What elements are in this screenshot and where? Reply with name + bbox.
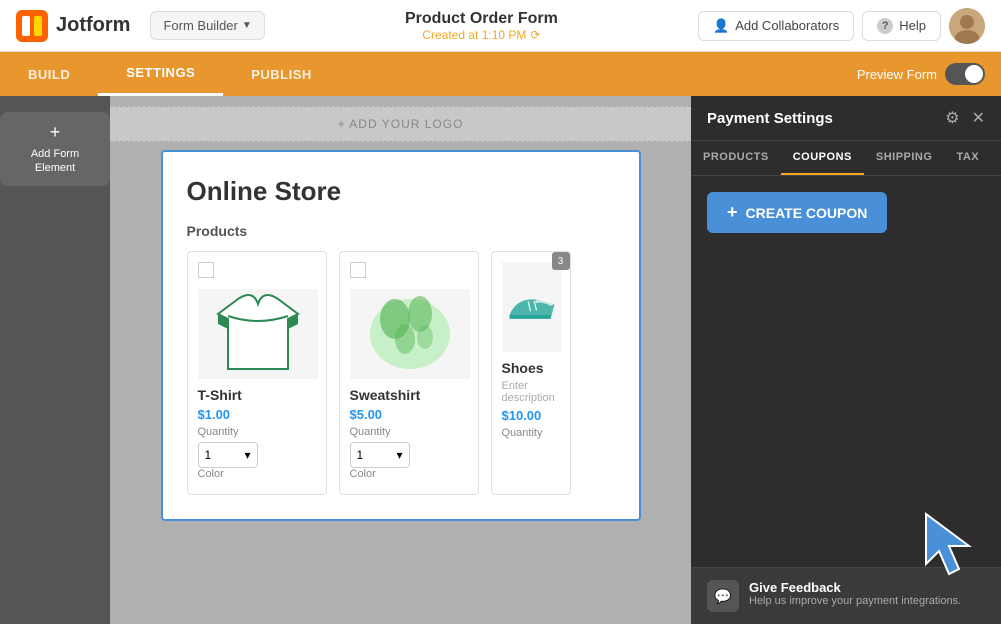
tshirt-qty-label: Quantity <box>198 426 316 438</box>
tab-coupons[interactable]: COUPONS <box>781 141 864 175</box>
feedback-text: Give Feedback Help us improve your payme… <box>749 580 961 607</box>
add-logo-text: + ADD YOUR LOGO <box>338 117 464 131</box>
product-card-sweatshirt: Sweatshirt $5.00 Quantity 1 ▾ Color <box>339 251 479 495</box>
tshirt-price: $1.00 <box>198 407 316 422</box>
preview-form-label: Preview Form <box>857 67 937 82</box>
panel-tabs: PRODUCTS COUPONS SHIPPING TAX INVOICE <box>691 141 1001 176</box>
main-area: + Add Form Element + ADD YOUR LOGO Onlin… <box>0 96 1001 624</box>
select-chevron-icon2: ▾ <box>396 448 402 462</box>
tshirt-qty-select[interactable]: 1 ▾ <box>198 442 258 468</box>
products-section: Products <box>187 223 615 495</box>
form-white-area: Online Store Products <box>161 150 641 521</box>
product-card-tshirt: T-Shirt $1.00 Quantity 1 ▾ Color <box>187 251 327 495</box>
chat-bubble-icon: 💬 <box>707 580 739 612</box>
jotform-logo-icon <box>16 10 48 42</box>
sweatshirt-qty-label: Quantity <box>350 426 468 438</box>
nav-tabs-bar: BUILD SETTINGS PUBLISH Preview Form <box>0 52 1001 96</box>
form-builder-button[interactable]: Form Builder ▼ <box>150 11 264 40</box>
form-title: Product Order Form <box>277 10 686 28</box>
sweatshirt-svg <box>350 289 470 379</box>
tab-build[interactable]: BUILD <box>0 52 98 96</box>
tshirt-name: T-Shirt <box>198 387 316 403</box>
shoes-badge: 3 <box>552 252 570 270</box>
tshirt-image <box>198 289 318 379</box>
select-chevron-icon: ▾ <box>244 448 250 462</box>
add-form-element-button[interactable]: + Add Form Element <box>0 112 110 186</box>
panel-header-icons: ⚙ ✕ <box>945 108 985 128</box>
tab-settings[interactable]: SETTINGS <box>98 52 223 96</box>
create-coupon-plus-icon: + <box>727 202 738 223</box>
top-navbar: Jotform Form Builder ▼ Product Order For… <box>0 0 1001 52</box>
product-checkbox-tshirt[interactable] <box>198 262 214 278</box>
tshirt-color-label: Color <box>198 468 316 480</box>
shoes-desc: Enter description <box>502 380 560 404</box>
shoes-price: $10.00 <box>502 408 560 423</box>
shoe-svg <box>502 285 562 330</box>
form-subtitle: Created at 1:10 PM ⟳ <box>277 28 686 42</box>
preview-area: Preview Form <box>841 52 1001 96</box>
create-coupon-label: CREATE COUPON <box>746 205 868 221</box>
preview-toggle[interactable] <box>945 63 985 85</box>
products-grid: T-Shirt $1.00 Quantity 1 ▾ Color <box>187 251 615 495</box>
shoes-image <box>502 262 562 352</box>
user-icon: 👤 <box>713 18 729 34</box>
gear-icon[interactable]: ⚙ <box>945 108 959 128</box>
products-label: Products <box>187 223 615 239</box>
product-checkbox-sweatshirt[interactable] <box>350 262 366 278</box>
tab-invoice[interactable]: INVOICE <box>991 141 1001 175</box>
form-canvas: + ADD YOUR LOGO Online Store Products <box>110 96 691 624</box>
give-feedback-section: 💬 Give Feedback Help us improve your pay… <box>691 567 1001 624</box>
sweatshirt-image <box>350 289 470 379</box>
shoes-name: Shoes <box>502 360 560 376</box>
add-element-label: Add Form Element <box>14 147 96 176</box>
panel-header: Payment Settings ⚙ ✕ <box>691 96 1001 141</box>
logo-area: Jotform <box>16 10 130 42</box>
sweatshirt-name: Sweatshirt <box>350 387 468 403</box>
feedback-subtitle: Help us improve your payment integration… <box>749 595 961 607</box>
left-sidebar: + Add Form Element <box>0 96 110 624</box>
payment-settings-panel: Payment Settings ⚙ ✕ PRODUCTS COUPONS SH… <box>691 96 1001 624</box>
form-title-area: Product Order Form Created at 1:10 PM ⟳ <box>277 10 686 42</box>
store-title: Online Store <box>187 176 615 207</box>
product-card-shoes: 3 Shoes Enter description <box>491 251 571 495</box>
question-icon: ? <box>877 18 893 34</box>
feedback-title: Give Feedback <box>749 580 961 595</box>
avatar[interactable] <box>949 8 985 44</box>
sweatshirt-color-label: Color <box>350 468 468 480</box>
plus-icon: + <box>50 122 61 143</box>
panel-title: Payment Settings <box>707 110 833 127</box>
help-button[interactable]: ? Help <box>862 11 941 41</box>
tshirt-svg <box>198 289 318 379</box>
sweatshirt-price: $5.00 <box>350 407 468 422</box>
tab-shipping[interactable]: SHIPPING <box>864 141 945 175</box>
sweatshirt-qty-select[interactable]: 1 ▾ <box>350 442 410 468</box>
close-icon[interactable]: ✕ <box>972 108 985 128</box>
tab-publish[interactable]: PUBLISH <box>223 52 340 96</box>
create-coupon-button[interactable]: + CREATE COUPON <box>707 192 887 233</box>
logo-text: Jotform <box>56 14 130 37</box>
tab-tax[interactable]: TAX <box>944 141 991 175</box>
avatar-image <box>949 8 985 44</box>
add-collaborators-button[interactable]: 👤 Add Collaborators <box>698 11 854 41</box>
right-actions: 👤 Add Collaborators ? Help <box>698 8 985 44</box>
add-logo-bar[interactable]: + ADD YOUR LOGO <box>110 106 691 142</box>
sync-icon: ⟳ <box>530 28 540 42</box>
tab-products[interactable]: PRODUCTS <box>691 141 781 175</box>
shoes-qty-label: Quantity <box>502 427 560 439</box>
chevron-down-icon: ▼ <box>242 20 252 31</box>
form-builder-label: Form Builder <box>163 18 237 33</box>
panel-body: + CREATE COUPON <box>691 176 1001 567</box>
